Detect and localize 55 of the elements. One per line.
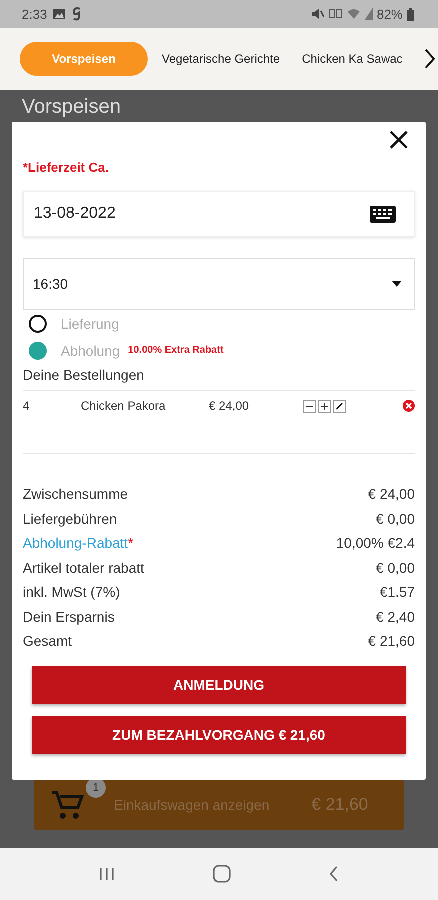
gallery-icon bbox=[53, 8, 66, 20]
clock: 2:33 bbox=[22, 6, 48, 22]
action-button[interactable]: ZUM BEZAHLVORGANG € 21,60 bbox=[32, 716, 406, 754]
cellular-icon bbox=[364, 8, 373, 20]
cart-label: Einkaufswagen anzeigen bbox=[114, 797, 270, 813]
summary-value: € 0,00 bbox=[376, 560, 415, 576]
summary-label: Dein Ersparnis bbox=[23, 608, 115, 625]
summary-link[interactable]: Abholung-Rabatt* bbox=[23, 535, 134, 552]
date-field[interactable]: 13-08-2022 bbox=[23, 191, 415, 237]
time-select[interactable]: 16:30 bbox=[23, 258, 415, 310]
cart-total: € 21,60 bbox=[312, 795, 368, 815]
chevron-right-icon[interactable] bbox=[424, 48, 436, 70]
wifi-icon bbox=[346, 8, 361, 20]
summary-value: € 21,60 bbox=[368, 633, 415, 650]
summary-label: Zwischensumme bbox=[23, 486, 128, 502]
radio-button[interactable] bbox=[29, 342, 47, 360]
summary-value: €1.57 bbox=[380, 584, 415, 600]
pencil-icon[interactable] bbox=[333, 400, 346, 412]
battery-level: 82% bbox=[376, 6, 403, 22]
category-tab[interactable]: Vegetarische Gerichte bbox=[154, 42, 288, 76]
summary-value: € 2,40 bbox=[376, 608, 415, 625]
mute-icon bbox=[310, 8, 325, 20]
summary-label: Artikel totaler rabatt bbox=[23, 560, 144, 576]
discount-note: 10.00% Extra Rabatt bbox=[128, 345, 224, 356]
category-tab[interactable]: Chicken Ka Sawac bbox=[294, 42, 411, 76]
home-icon[interactable] bbox=[213, 865, 231, 883]
orders-heading: Deine Bestellungen bbox=[23, 366, 146, 385]
cart-count-badge: 1 bbox=[86, 778, 106, 798]
summary-label: Liefergebühren bbox=[23, 510, 118, 527]
action-button[interactable]: ANMELDUNG bbox=[32, 666, 406, 704]
cart-bar[interactable]: 1 Einkaufswagen anzeigen € 21,60 bbox=[34, 780, 404, 830]
item-price: € 24,00 bbox=[209, 399, 250, 413]
battery-icon bbox=[407, 8, 414, 20]
summary-value: € 0,00 bbox=[376, 510, 415, 527]
g-icon bbox=[72, 7, 82, 21]
summary-value: € 24,00 bbox=[368, 486, 415, 502]
cart-icon bbox=[52, 790, 84, 820]
back-icon[interactable] bbox=[329, 866, 339, 882]
keyboard-icon[interactable] bbox=[370, 206, 396, 222]
option-label: Abholung bbox=[61, 342, 120, 358]
summary-label: Gesamt bbox=[23, 633, 72, 650]
item-quantity: 4 bbox=[23, 399, 31, 413]
minus-icon[interactable] bbox=[303, 400, 316, 412]
section-heading: Vorspeisen bbox=[22, 95, 122, 119]
dropdown-caret-icon bbox=[392, 281, 402, 287]
summary-value: 10,00% €2.4 bbox=[336, 535, 415, 552]
radio-button[interactable] bbox=[29, 314, 47, 332]
field-label: *Lieferzeit Ca. bbox=[23, 160, 110, 175]
recents-icon[interactable] bbox=[99, 867, 115, 881]
option-label: Lieferung bbox=[61, 316, 120, 332]
summary-label: inkl. MwSt (7%) bbox=[23, 584, 120, 600]
item-name: Chicken Pakora bbox=[81, 399, 167, 413]
plus-icon[interactable] bbox=[318, 400, 331, 412]
remove-icon[interactable] bbox=[403, 400, 415, 412]
close-icon[interactable] bbox=[389, 130, 409, 150]
